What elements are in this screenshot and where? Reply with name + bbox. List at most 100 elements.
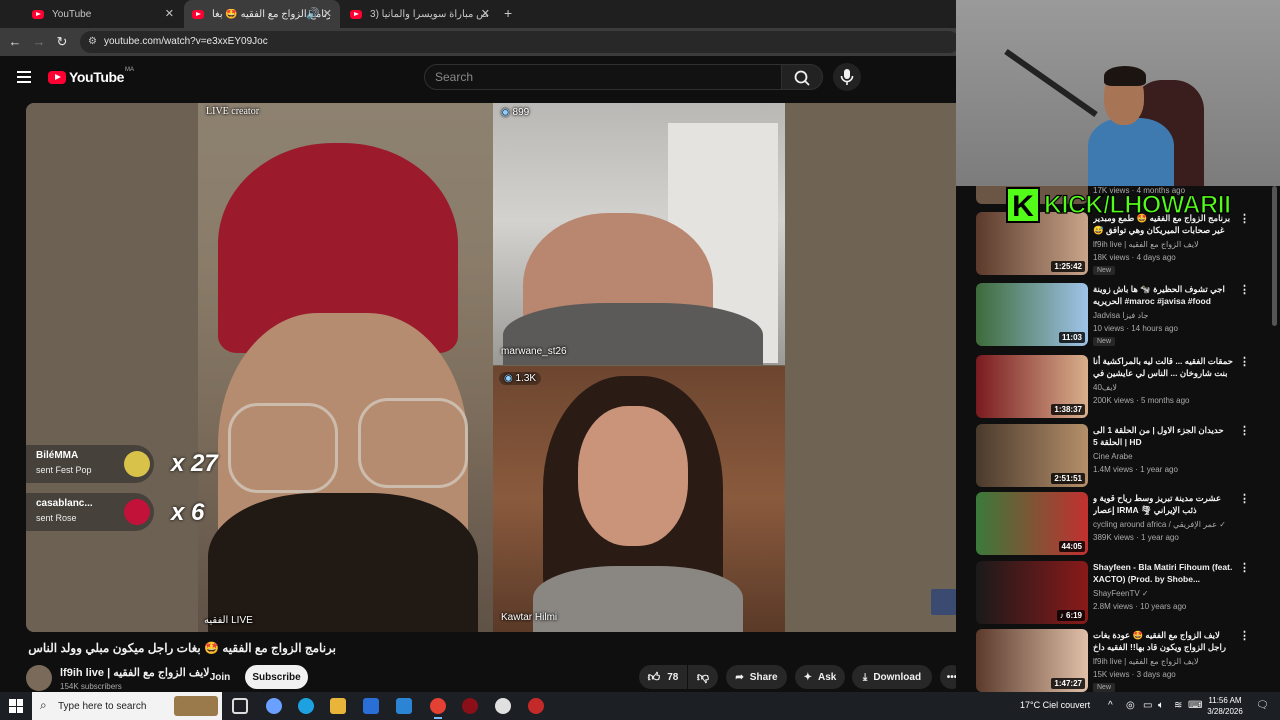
4k-downloader-icon[interactable]	[495, 698, 511, 714]
tab-close-icon[interactable]: ✕	[165, 7, 174, 20]
youtube-logo[interactable]: YouTube MA	[48, 67, 134, 85]
host-glasses	[358, 398, 468, 488]
video-meta: 2.8M views · 10 years ago	[1093, 602, 1187, 611]
channel-name[interactable]: Cine Arabe	[1093, 452, 1233, 461]
channel-name[interactable]: lf9ih live | لايف الزواج مع الفقيه	[1093, 657, 1233, 666]
video-meta: 10 views · 14 hours ago	[1093, 324, 1178, 333]
more-options-icon[interactable]: ⋮	[1239, 355, 1250, 368]
more-options-icon[interactable]: ⋮	[1239, 424, 1250, 437]
logo-wordmark: YouTube	[69, 69, 125, 85]
ask-button[interactable]: ✦ Ask	[795, 665, 845, 689]
download-button[interactable]: ⤓ Download	[852, 665, 932, 689]
recommended-video[interactable]: 1:47:27 لايف الزواج مع الفقيه 🤩 عودة بغات…	[976, 629, 1276, 692]
video-thumbnail[interactable]: ♪ 6:19	[976, 561, 1088, 624]
gift-popcorn-icon	[124, 451, 150, 477]
hamburger-menu-icon[interactable]	[17, 71, 31, 83]
more-options-icon[interactable]: ⋮	[1239, 492, 1250, 505]
video-title[interactable]: Shayfeen - Bla Matiri Fihoum (feat. XACT…	[1093, 561, 1233, 585]
tab-close-icon[interactable]: ✕	[323, 7, 332, 20]
outlook-icon[interactable]	[396, 698, 412, 714]
video-title[interactable]: اجي تشوف الحظيرة 🐄 ها باش زوينة الحريريه…	[1093, 283, 1233, 307]
microphone-arm	[1004, 48, 1098, 118]
search-icon: ⌕	[40, 698, 47, 712]
gift-sender: casablanc...	[36, 498, 93, 509]
youtube-favicon-icon	[350, 9, 362, 19]
video-title[interactable]: عشرت مدينة تبريز وسط رياح قوية و إعصار I…	[1093, 492, 1233, 516]
system-clock[interactable]: 11:56 AM 3/28/2026	[1202, 695, 1248, 717]
browser-tab-match-summary[interactable]: ملخص مباراة سويسرا وألمانيا (3... ✕	[342, 0, 498, 28]
wifi-icon[interactable]: ≋	[1174, 700, 1182, 711]
edge-browser-icon[interactable]	[298, 698, 314, 714]
video-thumbnail[interactable]: 1:47:27	[976, 629, 1088, 692]
recommended-video[interactable]: 2:51:51 حديدان الجزء الاول | من الحلقة 1 …	[976, 424, 1276, 490]
site-info-icon[interactable]: ⚙	[88, 36, 97, 47]
video-title[interactable]: حديدان الجزء الاول | من الحلقة 1 الى الح…	[1093, 424, 1233, 448]
windows-start-icon[interactable]	[9, 699, 23, 713]
subscribe-button[interactable]: Subscribe	[245, 665, 308, 689]
channel-name[interactable]: Jadvisa جاد فيزا	[1093, 311, 1233, 320]
video-thumbnail[interactable]: 1:38:37	[976, 355, 1088, 418]
channel-avatar[interactable]	[26, 665, 52, 691]
like-button[interactable]: 👍︎ 78	[639, 665, 687, 689]
search-box[interactable]	[424, 64, 782, 90]
network-icon[interactable]: ◎	[1126, 700, 1135, 711]
voice-search-button[interactable]	[833, 63, 861, 91]
browser-tab-youtube[interactable]: YouTube ✕	[24, 0, 182, 28]
dislike-button[interactable]: 👎︎	[688, 665, 718, 689]
reload-icon[interactable]: ↻	[53, 33, 71, 51]
more-options-icon[interactable]: ⋮	[1239, 561, 1250, 574]
obs-studio-icon[interactable]	[462, 698, 478, 714]
tray-overflow-icon[interactable]: ^	[1108, 700, 1113, 711]
video-duration: 1:47:27	[1051, 678, 1085, 689]
more-options-icon[interactable]: ⋮	[1239, 283, 1250, 296]
join-button[interactable]: Join	[201, 665, 239, 689]
keyboard-icon[interactable]: ⌨	[1188, 700, 1202, 711]
recommended-video[interactable]: 11:03 اجي تشوف الحظيرة 🐄 ها باش زوينة الح…	[976, 283, 1276, 349]
video-player[interactable]: LIVE creator الفقيه LIVE ◉ 899 marwane_s…	[26, 103, 965, 632]
channel-name[interactable]: لايف40	[1093, 383, 1233, 392]
share-button[interactable]: ➦ Share	[726, 665, 787, 689]
share-label: Share	[749, 671, 778, 683]
back-arrow-icon[interactable]: ←	[6, 33, 24, 51]
video-title[interactable]: لايف الزواج مع الفقيه 🤩 عودة بغات راجل ا…	[1093, 629, 1233, 655]
channel-name[interactable]: lf9ih live | لايف الزواج مع الفقيه	[60, 666, 210, 679]
copilot-icon[interactable]	[266, 698, 282, 714]
tab-audio-icon[interactable]: 🔊	[306, 7, 320, 20]
weather-widget[interactable]: 17°C Ciel couvert	[1020, 700, 1090, 710]
address-bar[interactable]: ⚙ youtube.com/watch?v=e3xxEY09Joc	[80, 31, 960, 53]
sidebar-scrollbar[interactable]	[1272, 186, 1277, 326]
video-thumbnail[interactable]: 2:51:51	[976, 424, 1088, 487]
ask-label: Ask	[818, 671, 837, 683]
browser-tab-active-video[interactable]: برنامج الزواج مع الفقيه 🤩 بغا... 🔊 ✕	[184, 0, 340, 28]
microsoft-store-icon[interactable]	[363, 698, 379, 714]
video-backdrop-left	[26, 103, 198, 632]
new-tab-icon[interactable]: +	[504, 5, 512, 21]
taskbar-search[interactable]: ⌕	[32, 692, 222, 720]
video-title[interactable]: حمقات الفقيه ... قالت ليه بالمراكشية أنا…	[1093, 355, 1233, 381]
video-duration: ♪ 6:19	[1056, 610, 1085, 621]
video-thumbnail[interactable]: 11:03	[976, 283, 1088, 346]
more-options-icon[interactable]: ⋮	[1239, 629, 1250, 642]
search-button[interactable]	[781, 64, 823, 90]
channel-watermark[interactable]	[931, 589, 957, 615]
video-thumbnail[interactable]: 44:05	[976, 492, 1088, 555]
battery-icon[interactable]: ▭	[1143, 700, 1152, 711]
tab-close-icon[interactable]: ✕	[481, 7, 490, 20]
file-explorer-icon[interactable]	[330, 698, 346, 714]
video-duration: 2:51:51	[1051, 473, 1085, 484]
recommended-video[interactable]: ♪ 6:19 Shayfeen - Bla Matiri Fihoum (feat…	[976, 561, 1276, 627]
recommended-video[interactable]: 44:05 عشرت مدينة تبريز وسط رياح قوية و إع…	[976, 492, 1276, 558]
channel-name[interactable]: cycling around africa / عمر الإفريقي ✓	[1093, 520, 1233, 529]
forward-arrow-icon[interactable]: →	[30, 33, 48, 51]
chrome-icon[interactable]	[430, 698, 446, 719]
viewer-count-value: 899	[512, 107, 530, 118]
channel-name[interactable]: ShayFeenTV ✓	[1093, 589, 1233, 598]
search-input[interactable]	[425, 65, 781, 89]
recorder-icon[interactable]	[528, 698, 544, 714]
recommended-video[interactable]: 1:38:37 حمقات الفقيه ... قالت ليه بالمراك…	[976, 355, 1276, 421]
channel-name[interactable]: lf9ih live | لايف الزواج مع الفقيه	[1093, 240, 1233, 249]
video-duration: 44:05	[1058, 541, 1085, 552]
volume-icon[interactable]: 🔈︎	[1158, 700, 1164, 711]
notifications-icon[interactable]: 🗨︎	[1256, 700, 1269, 711]
task-view-icon[interactable]	[232, 698, 248, 714]
